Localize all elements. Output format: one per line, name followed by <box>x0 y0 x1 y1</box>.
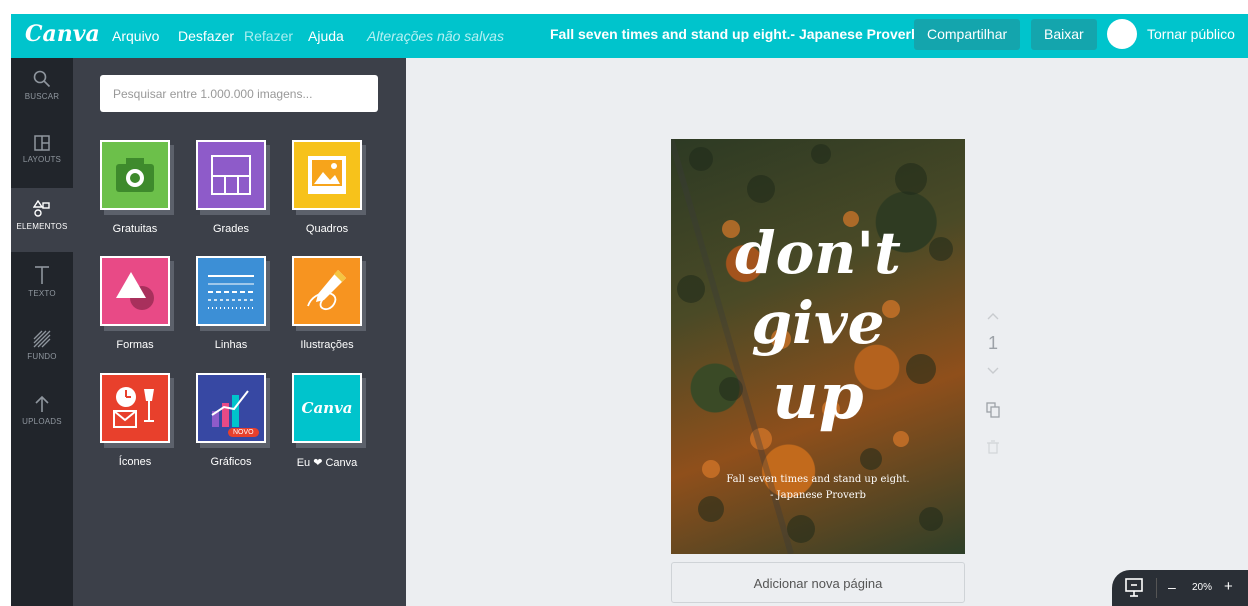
frame-icon <box>308 156 346 194</box>
pencil-icon <box>307 270 346 311</box>
tile-label: Gratuitas <box>112 223 158 235</box>
upload-icon <box>35 395 49 412</box>
tile-charts[interactable]: NOVO Gráficos <box>196 373 292 473</box>
tile-card[interactable] <box>100 140 170 210</box>
tile-card[interactable]: NOVO <box>196 373 266 443</box>
search-input[interactable] <box>100 75 378 112</box>
tile-label: Formas <box>116 339 154 351</box>
chevron-up-icon <box>987 313 999 320</box>
page-down-icon[interactable] <box>985 366 1001 378</box>
rail-item-text[interactable]: TEXTO <box>11 253 73 317</box>
tile-card[interactable]: Canva <box>292 373 362 443</box>
layouts-icon <box>34 135 50 151</box>
tile-card[interactable] <box>100 373 170 443</box>
add-page-button[interactable]: Adicionar nova página <box>671 562 965 603</box>
rail-label-uploads: UPLOADS <box>22 417 62 426</box>
tile-love-canva[interactable]: Canva Eu ❤ Canva <box>292 373 388 473</box>
menu-file[interactable]: Arquivo <box>112 14 159 58</box>
rail-label-search: BUSCAR <box>24 92 60 101</box>
rail-item-uploads[interactable]: UPLOADS <box>11 383 73 447</box>
make-public-label: Tornar público <box>1147 26 1235 42</box>
rail-label-elements: ELEMENTOS <box>16 222 68 231</box>
tile-free[interactable]: Gratuitas <box>100 140 196 240</box>
background-icon <box>33 330 51 348</box>
trash-icon <box>987 440 999 454</box>
tile-illustrations[interactable]: Ilustrações <box>292 256 388 356</box>
rail-label-background: FUNDO <box>27 352 57 361</box>
headline-line[interactable]: give <box>671 289 965 357</box>
menu-undo[interactable]: Desfazer <box>178 14 234 58</box>
zoom-bar: – 20% + <box>1112 570 1248 606</box>
shapes-icon <box>116 272 154 310</box>
rail-label-layouts: LAYOUTS <box>22 155 62 164</box>
side-rail: BUSCAR LAYOUTS ELEMENTOS TEXTO FUNDO UPL… <box>11 58 73 606</box>
headline-line[interactable]: don't <box>671 219 965 287</box>
copy-icon <box>986 402 1000 418</box>
share-button[interactable]: Compartilhar <box>914 19 1021 50</box>
design-page[interactable]: don't give up Fall seven times and stand… <box>671 139 965 554</box>
tile-label: Gráficos <box>210 456 252 468</box>
rail-item-layouts[interactable]: LAYOUTS <box>11 123 73 187</box>
elements-icon <box>33 200 50 217</box>
headline-line[interactable]: up <box>671 359 965 434</box>
zoom-level[interactable]: 20% <box>1192 582 1212 593</box>
search-icon <box>33 70 51 88</box>
tile-label: Ícones <box>118 456 152 468</box>
tile-card[interactable] <box>196 140 266 210</box>
camera-icon <box>116 158 154 192</box>
text-icon <box>35 266 49 284</box>
menu-help[interactable]: Ajuda <box>308 14 344 58</box>
page-number: 1 <box>987 333 998 353</box>
lines-icon <box>208 275 254 309</box>
rail-item-elements[interactable]: ELEMENTOS <box>11 188 73 252</box>
rail-item-search[interactable]: BUSCAR <box>11 58 73 122</box>
tile-label: Eu ❤ Canva <box>296 457 358 469</box>
menu-redo[interactable]: Refazer <box>244 14 293 58</box>
elements-panel: Gratuitas Grades Quadros Formas Linhas <box>73 58 406 606</box>
duplicate-page-button[interactable] <box>985 402 1001 421</box>
tile-label: Quadros <box>305 223 349 235</box>
rail-label-text: TEXTO <box>28 289 56 298</box>
rail-item-background[interactable]: FUNDO <box>11 318 73 382</box>
tile-label: Grades <box>212 223 250 235</box>
tile-frames[interactable]: Quadros <box>292 140 388 240</box>
document-title[interactable]: Fall seven times and stand up eight.- Ja… <box>550 14 920 54</box>
page-up-icon[interactable] <box>985 311 1001 323</box>
tile-card[interactable] <box>292 256 362 326</box>
grid-icon <box>211 155 251 195</box>
tile-card[interactable] <box>196 256 266 326</box>
tile-card[interactable] <box>292 140 362 210</box>
chevron-down-icon <box>987 367 999 374</box>
delete-page-button[interactable] <box>985 440 1001 457</box>
tile-label: Linhas <box>214 339 248 351</box>
icons-icon <box>113 387 154 428</box>
tile-shapes[interactable]: Formas <box>100 256 196 356</box>
tile-label: Ilustrações <box>300 339 354 351</box>
quote-text[interactable]: Fall seven times and stand up eight. <box>671 474 965 485</box>
present-icon[interactable] <box>1125 578 1143 598</box>
top-bar: Canva Arquivo Desfazer Refazer Ajuda Alt… <box>11 14 1248 58</box>
tile-icons[interactable]: Ícones <box>100 373 196 473</box>
divider <box>1156 578 1157 598</box>
download-button[interactable]: Baixar <box>1031 19 1097 50</box>
toggle-knob[interactable] <box>1107 19 1137 49</box>
tile-card[interactable] <box>100 256 170 326</box>
zoom-in-button[interactable]: + <box>1224 578 1233 595</box>
zoom-out-button[interactable]: – <box>1168 579 1176 595</box>
make-public-toggle[interactable]: Tornar público <box>1107 19 1242 49</box>
tile-grids[interactable]: Grades <box>196 140 292 240</box>
canva-logo[interactable]: Canva <box>25 21 100 47</box>
canva-logo-mini: Canva <box>301 399 353 417</box>
new-badge: NOVO <box>228 428 259 437</box>
quote-author[interactable]: - Japanese Proverb <box>671 490 965 501</box>
save-status: Alterações não salvas <box>367 28 504 44</box>
tile-lines[interactable]: Linhas <box>196 256 292 356</box>
